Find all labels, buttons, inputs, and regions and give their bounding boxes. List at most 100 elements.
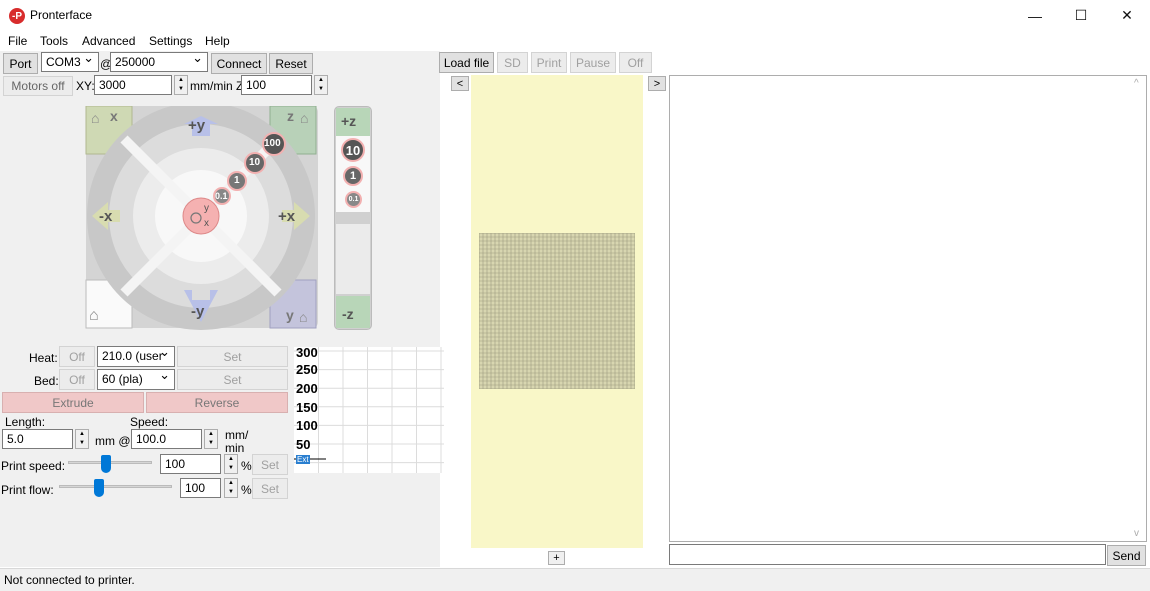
extrude-button[interactable]: Extrude — [2, 392, 144, 413]
close-button[interactable]: ✕ — [1104, 0, 1150, 31]
minimize-button[interactable]: — — [1012, 0, 1058, 31]
step-1-label[interactable]: 1 — [234, 175, 240, 186]
build-plate-grid — [479, 233, 635, 389]
speed-spin-buttons[interactable]: ▲ ▼ — [204, 429, 218, 449]
heat-select[interactable]: 210.0 (user — [97, 346, 175, 367]
graph-tick-300: 300 — [296, 345, 318, 360]
plus-x-label[interactable]: +x — [278, 208, 295, 225]
bed-off-button[interactable]: Off — [59, 369, 95, 390]
bed-label: Bed: — [34, 374, 59, 388]
length-label: Length: — [5, 415, 46, 429]
print-flow-label: Print flow: — [1, 483, 54, 497]
z-step-0-1[interactable]: 0.1 — [345, 191, 362, 208]
z-plus-label: +z — [341, 113, 357, 129]
z-minus-label: -z — [342, 306, 354, 322]
title-bar: -P Pronterface — ☐ ✕ — [0, 0, 1150, 31]
graph-tick-100: 100 — [296, 418, 318, 433]
mm-label: mm/ — [225, 428, 249, 442]
off-button[interactable]: Off — [619, 52, 652, 73]
print-flow-spin[interactable]: ▲ ▼ — [224, 478, 238, 498]
print-speed-label: Print speed: — [1, 459, 66, 473]
baud-select[interactable]: 250000 — [110, 52, 208, 72]
reset-button[interactable]: Reset — [269, 53, 313, 74]
menu-file[interactable]: File — [8, 34, 27, 48]
window-title: Pronterface — [30, 8, 93, 22]
status-bar: Not connected to printer. — [0, 568, 1150, 591]
print-flow-input[interactable]: 100 — [180, 478, 221, 498]
heat-set-button[interactable]: Set — [177, 346, 288, 367]
command-input[interactable] — [669, 544, 1106, 565]
motors-off-button[interactable]: Motors off — [3, 76, 73, 96]
print-button[interactable]: Print — [531, 52, 567, 73]
console-log[interactable] — [669, 75, 1147, 542]
app-icon: -P — [9, 8, 25, 24]
viewer-next-button[interactable]: > — [648, 76, 666, 91]
plus-y-label[interactable]: +y — [188, 117, 205, 134]
print-flow-slider[interactable] — [93, 479, 104, 497]
connect-button[interactable]: Connect — [211, 53, 267, 74]
print-speed-percent: % — [241, 459, 252, 473]
graph-tick-250: 250 — [296, 362, 318, 377]
status-text: Not connected to printer. — [4, 573, 135, 587]
xy-feedrate-input[interactable]: 3000 — [94, 75, 172, 95]
bed-set-button[interactable]: Set — [177, 369, 288, 390]
viewer-prev-button[interactable]: < — [451, 76, 469, 91]
reverse-button[interactable]: Reverse — [146, 392, 288, 413]
send-button[interactable]: Send — [1107, 545, 1146, 566]
xy-spin-buttons[interactable]: ▲ ▼ — [174, 75, 188, 95]
print-speed-spin[interactable]: ▲ ▼ — [224, 454, 238, 474]
minus-x-label[interactable]: -x — [99, 208, 112, 225]
heat-label: Heat: — [29, 351, 58, 365]
z-spin-buttons[interactable]: ▲ ▼ — [314, 75, 328, 95]
step-0-1-label[interactable]: 0.1 — [215, 191, 228, 201]
print-speed-set-button[interactable]: Set — [252, 454, 288, 475]
menu-settings[interactable]: Settings — [149, 34, 192, 48]
print-speed-input[interactable]: 100 — [160, 454, 221, 474]
pause-button[interactable]: Pause — [570, 52, 616, 73]
console-scroll-up-icon[interactable]: ^ — [1134, 78, 1139, 89]
load-file-button[interactable]: Load file — [439, 52, 494, 73]
z-feedrate-input[interactable]: 100 — [241, 75, 312, 95]
port-select[interactable]: COM3 — [41, 52, 99, 72]
home-all-icon[interactable]: ⌂ — [89, 307, 99, 325]
port-button[interactable]: Port — [3, 53, 38, 74]
heat-value: 210.0 (user — [102, 349, 163, 363]
menu-advanced[interactable]: Advanced — [82, 34, 135, 48]
speed-label: Speed: — [130, 415, 169, 429]
graph-tick-50: 50 — [296, 437, 311, 452]
graph-tick-200: 200 — [296, 381, 318, 396]
speed-input[interactable]: 100.0 — [131, 429, 202, 449]
z-minus-steps[interactable] — [336, 224, 370, 294]
xy-label: XY: — [76, 79, 95, 93]
baud-value: 250000 — [115, 55, 156, 69]
print-flow-percent: % — [241, 483, 252, 497]
min-label: min — [225, 441, 245, 455]
home-y-label[interactable]: y — [286, 307, 294, 323]
z-step-1[interactable]: 1 — [343, 166, 363, 186]
center-x-label: x — [204, 218, 209, 229]
menu-tools[interactable]: Tools — [40, 34, 68, 48]
menu-bar: File Tools Advanced Settings Help — [0, 31, 1150, 51]
menu-help[interactable]: Help — [205, 34, 230, 48]
bed-value: 60 (pla) — [102, 372, 143, 386]
home-x-label[interactable]: x — [110, 108, 118, 124]
bed-select[interactable]: 60 (pla) — [97, 369, 175, 390]
graph-legend-tag: Ext — [296, 455, 310, 464]
print-flow-set-button[interactable]: Set — [252, 478, 288, 499]
sd-button[interactable]: SD — [497, 52, 528, 73]
console-scroll-down-icon[interactable]: v — [1134, 528, 1139, 539]
length-spin-buttons[interactable]: ▲ ▼ — [75, 429, 89, 449]
heat-off-button[interactable]: Off — [59, 346, 95, 367]
mm-at-label: mm @ — [95, 434, 131, 448]
viewer-add-button[interactable]: + — [548, 551, 565, 565]
home-z-label[interactable]: z — [287, 108, 294, 124]
print-speed-slider[interactable] — [100, 455, 111, 473]
print-flow-track — [59, 485, 172, 488]
step-10-label[interactable]: 10 — [249, 157, 260, 168]
graph-tick-150: 150 — [296, 400, 318, 415]
step-100-label[interactable]: 100 — [264, 138, 281, 149]
maximize-button[interactable]: ☐ — [1058, 0, 1104, 31]
minus-y-label[interactable]: -y — [191, 303, 204, 320]
z-step-10[interactable]: 10 — [341, 138, 365, 162]
length-input[interactable]: 5.0 — [2, 429, 73, 449]
